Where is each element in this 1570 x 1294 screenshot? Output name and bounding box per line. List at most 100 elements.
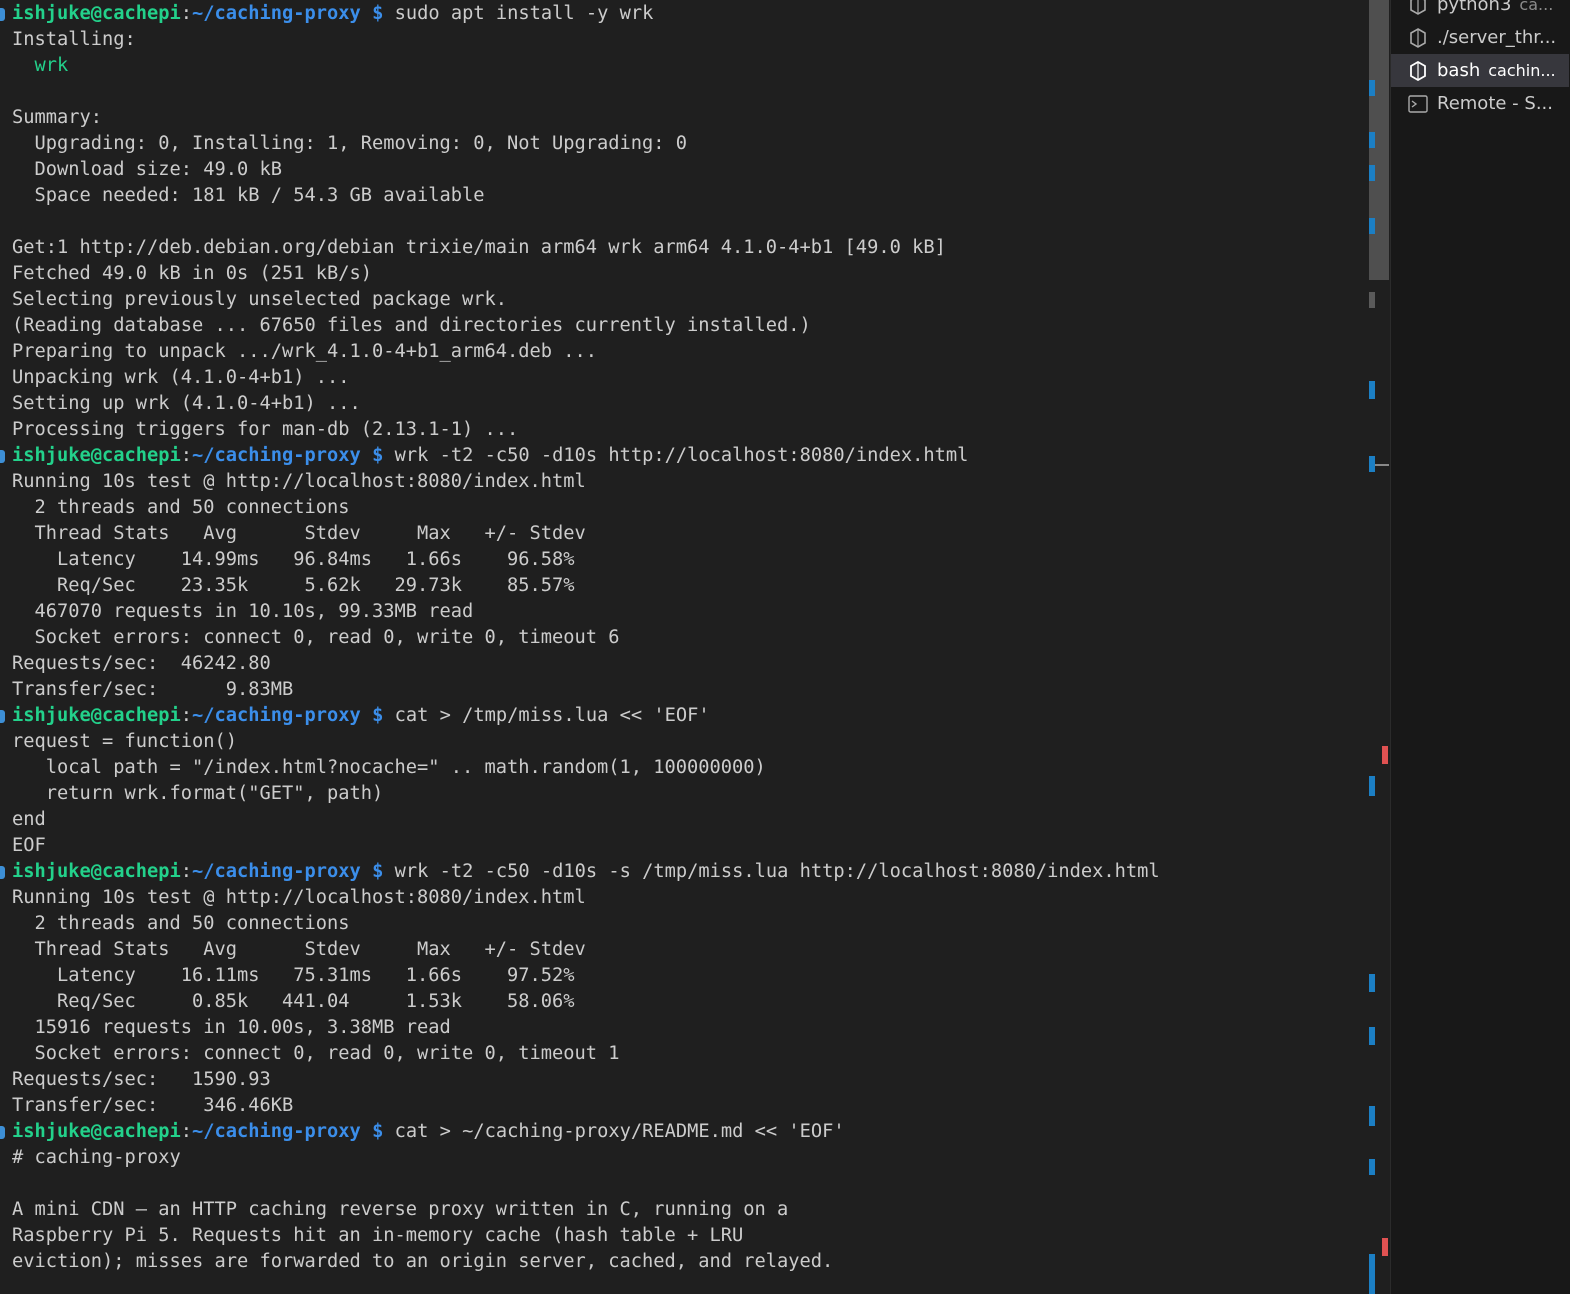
terminal-tab-description: cachin...: [1488, 61, 1556, 80]
output-text: Summary:: [12, 107, 103, 128]
prompt-symbol: $: [372, 861, 384, 882]
output-line: # caching-proxy: [12, 1145, 1160, 1171]
output-text: Installing:: [12, 29, 136, 50]
output-text: Socket errors: connect 0, read 0, write …: [12, 1043, 620, 1064]
output-text: Raspberry Pi 5. Requests hit an in-memor…: [12, 1225, 744, 1246]
output-text: Latency 16.11ms 75.31ms 1.66s 97.52%: [12, 965, 575, 986]
output-text: Upgrading: 0, Installing: 1, Removing: 0…: [12, 133, 688, 154]
terminal-tab-item[interactable]: Remote - S...: [1391, 87, 1569, 120]
output-line: A mini CDN — an HTTP caching reverse pro…: [12, 1197, 1160, 1223]
output-line: (Reading database ... 67650 files and di…: [12, 313, 1160, 339]
command-text: wrk -t2 -c50 -d10s -s /tmp/miss.lua http…: [394, 861, 1160, 882]
prompt-user: ishjuke@cachepi: [12, 3, 181, 24]
terminal-tab-label: Remote - S...: [1437, 93, 1553, 114]
terminal-panel[interactable]: ishjuke@cachepi:~/caching-proxy $ sudo a…: [0, 0, 1368, 1294]
prompt-symbol: $: [372, 3, 384, 24]
command-text: wrk -t2 -c50 -d10s http://localhost:8080…: [394, 445, 969, 466]
output-line: 467070 requests in 10.10s, 99.33MB read: [12, 599, 1160, 625]
output-line: 2 threads and 50 connections: [12, 495, 1160, 521]
terminal-tab-label: python3: [1437, 0, 1512, 15]
terminal-tab-item[interactable]: ./server_thr...: [1391, 21, 1569, 54]
prompt-user: ishjuke@cachepi: [12, 1121, 181, 1142]
prompt-path: ~/caching-proxy: [192, 705, 361, 726]
scrollbar-decoration-mark: [1369, 456, 1375, 472]
command-decoration-icon[interactable]: [0, 866, 5, 879]
output-line: Req/Sec 0.85k 441.04 1.53k 58.06%: [12, 989, 1160, 1015]
output-line: Get:1 http://deb.debian.org/debian trixi…: [12, 235, 1160, 261]
output-text: Requests/sec: 1590.93: [12, 1069, 271, 1090]
output-line: Latency 16.11ms 75.31ms 1.66s 97.52%: [12, 963, 1160, 989]
output-line: Raspberry Pi 5. Requests hit an in-memor…: [12, 1223, 1160, 1249]
output-text: wrk: [12, 55, 69, 76]
output-text: Running 10s test @ http://localhost:8080…: [12, 471, 586, 492]
terminal-tabs-list: python3 ca... ./server_thr... bash cachin...…: [1390, 0, 1570, 1294]
output-line: Thread Stats Avg Stdev Max +/- Stdev: [12, 521, 1160, 547]
scrollbar-decoration-mark: [1369, 132, 1375, 148]
output-text: Processing triggers for man-db (2.13.1-1…: [12, 419, 519, 440]
output-line: Preparing to unpack .../wrk_4.1.0-4+b1_a…: [12, 339, 1160, 365]
scrollbar-decoration-mark: [1369, 974, 1375, 992]
scrollbar-decoration-mark: [1369, 1027, 1375, 1045]
prompt-user: ishjuke@cachepi: [12, 705, 181, 726]
output-line: wrk: [12, 53, 1160, 79]
terminal-tab-description: ca...: [1519, 0, 1554, 14]
output-text: Thread Stats Avg Stdev Max +/- Stdev: [12, 939, 586, 960]
output-line: EOF: [12, 833, 1160, 859]
prompt-line: ishjuke@cachepi:~/caching-proxy $ cat > …: [0, 1119, 1160, 1145]
output-text: Setting up wrk (4.1.0-4+b1) ...: [12, 393, 361, 414]
output-line: Thread Stats Avg Stdev Max +/- Stdev: [12, 937, 1160, 963]
output-text: 2 threads and 50 connections: [12, 497, 350, 518]
output-text: Unpacking wrk (4.1.0-4+b1) ...: [12, 367, 350, 388]
output-text: request = function(): [12, 731, 238, 752]
prompt-separator: :: [180, 445, 193, 466]
prompt-line: ishjuke@cachepi:~/caching-proxy $ wrk -t…: [0, 859, 1160, 885]
output-line: 2 threads and 50 connections: [12, 911, 1160, 937]
command-text: cat > /tmp/miss.lua << 'EOF': [394, 705, 710, 726]
output-line: 15916 requests in 10.00s, 3.38MB read: [12, 1015, 1160, 1041]
output-line: Setting up wrk (4.1.0-4+b1) ...: [12, 391, 1160, 417]
prompt-path: ~/caching-proxy: [192, 1121, 361, 1142]
output-line: Unpacking wrk (4.1.0-4+b1) ...: [12, 365, 1160, 391]
command-text: sudo apt install -y wrk: [394, 3, 654, 24]
prompt-separator: :: [180, 3, 193, 24]
output-text: Fetched 49.0 kB in 0s (251 kB/s): [12, 263, 373, 284]
output-text: eviction); misses are forwarded to an or…: [12, 1251, 834, 1272]
command-decoration-icon[interactable]: [0, 1126, 5, 1139]
output-text: Latency 14.99ms 96.84ms 1.66s 96.58%: [12, 549, 575, 570]
output-text: Req/Sec 23.35k 5.62k 29.73k 85.57%: [12, 575, 575, 596]
terminal-tab-item[interactable]: bash cachin...: [1391, 54, 1569, 87]
output-line: Processing triggers for man-db (2.13.1-1…: [12, 417, 1160, 443]
terminal-tab-item[interactable]: python3 ca...: [1391, 0, 1569, 21]
output-text: 15916 requests in 10.00s, 3.38MB read: [12, 1017, 451, 1038]
scrollbar-decoration-mark: [1369, 218, 1375, 234]
command-decoration-icon[interactable]: [0, 450, 5, 463]
output-text: local path = "/index.html?nocache=" .. m…: [12, 757, 766, 778]
terminal-process-icon: [1407, 27, 1429, 49]
output-line: Upgrading: 0, Installing: 1, Removing: 0…: [12, 131, 1160, 157]
prompt-user: ishjuke@cachepi: [12, 861, 181, 882]
prompt-symbol: $: [372, 445, 384, 466]
output-line: request = function(): [12, 729, 1160, 755]
command-decoration-icon[interactable]: [0, 8, 5, 21]
output-line: Requests/sec: 1590.93: [12, 1067, 1160, 1093]
prompt-separator: :: [180, 705, 193, 726]
terminal-scrollbar[interactable]: [1368, 0, 1390, 1294]
output-text: A mini CDN — an HTTP caching reverse pro…: [12, 1199, 789, 1220]
terminal-tab-label: ./server_thr...: [1437, 27, 1557, 48]
output-text: return wrk.format("GET", path): [12, 783, 384, 804]
output-text: end: [12, 809, 46, 830]
output-text: (Reading database ... 67650 files and di…: [12, 315, 811, 336]
output-line: eviction); misses are forwarded to an or…: [12, 1249, 1160, 1275]
output-line: Download size: 49.0 kB: [12, 157, 1160, 183]
scrollbar-decoration-mark: [1382, 746, 1388, 764]
output-text: Thread Stats Avg Stdev Max +/- Stdev: [12, 523, 586, 544]
command-decoration-icon[interactable]: [0, 710, 5, 723]
scrollbar-decoration-mark: [1382, 1238, 1388, 1256]
output-line: Req/Sec 23.35k 5.62k 29.73k 85.57%: [12, 573, 1160, 599]
output-text: Transfer/sec: 9.83MB: [12, 679, 294, 700]
prompt-symbol: $: [372, 705, 384, 726]
output-line: Fetched 49.0 kB in 0s (251 kB/s): [12, 261, 1160, 287]
